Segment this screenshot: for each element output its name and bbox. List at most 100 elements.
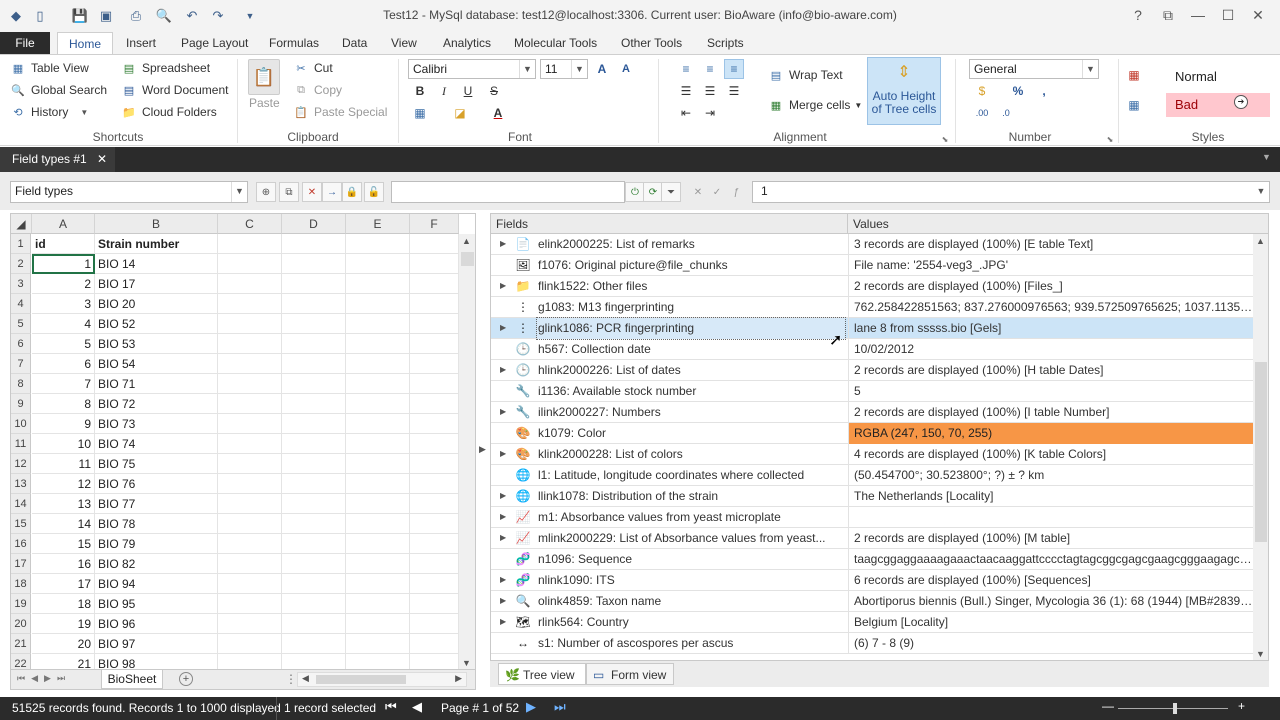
zoom-out-icon[interactable]: — (1102, 699, 1114, 713)
empty-cell[interactable] (410, 334, 459, 354)
cell-id[interactable]: 9 (32, 414, 95, 434)
field-row[interactable]: ▶ 🔧 ilink2000227: Numbers 2 records are dis… (491, 402, 1253, 423)
row-header[interactable]: 16 (11, 534, 31, 554)
column-header-b[interactable]: B (95, 214, 218, 234)
field-name[interactable]: m1: Absorbance values from yeast micropl… (537, 507, 845, 528)
expand-arrow-icon[interactable]: ▶ (500, 281, 508, 291)
empty-cell[interactable] (218, 394, 282, 414)
auto-height-button[interactable]: ⇕ Auto Height of Tree cells (867, 57, 941, 125)
cell-id[interactable]: 15 (32, 534, 95, 554)
empty-cell[interactable] (410, 514, 459, 534)
align-left-icon[interactable]: ☰ (676, 81, 696, 101)
field-row[interactable]: ⋮ g1083: M13 fingerprinting 762.2584228515… (491, 297, 1253, 318)
field-name[interactable]: f1076: Original picture@file_chunks (537, 255, 845, 276)
percent-icon[interactable]: % (1008, 81, 1028, 101)
row-header[interactable]: 5 (11, 314, 31, 334)
cell-b1[interactable]: Strain number (95, 234, 218, 254)
cell-strain-number[interactable]: BIO 95 (95, 594, 218, 614)
empty-cell[interactable] (410, 434, 459, 454)
empty-cell[interactable] (282, 394, 346, 414)
print-preview-icon[interactable]: 🔍 (154, 6, 174, 26)
zoom-in-icon[interactable]: + (1238, 699, 1245, 713)
select-all-corner[interactable]: ◢ (11, 214, 32, 234)
empty-cell[interactable] (218, 414, 282, 434)
field-row[interactable]: ▶ 🌐 llink1078: Distribution of the strain T… (491, 486, 1253, 507)
field-row[interactable]: ▶ 📈 mlink2000229: List of Absorbance value… (491, 528, 1253, 549)
cell-strain-number[interactable]: BIO 52 (95, 314, 218, 334)
font-family-select[interactable]: Calibri ▼ (408, 59, 536, 79)
field-row[interactable]: ▶ 📈 m1: Absorbance values from yeast micro… (491, 507, 1253, 528)
form-view-tab[interactable]: ▭ Form view (586, 663, 674, 685)
expand-arrow-icon[interactable]: ▶ (500, 596, 508, 606)
cell-id[interactable]: 16 (32, 554, 95, 574)
row-header[interactable]: 8 (11, 374, 31, 394)
scroll-thumb[interactable] (1255, 362, 1267, 542)
scroll-thumb[interactable] (461, 252, 474, 266)
fields-column-header[interactable]: Fields (491, 214, 848, 234)
zoom-slider-thumb[interactable] (1173, 703, 1177, 714)
scroll-right-icon[interactable]: ▶ (455, 673, 462, 684)
tab-data[interactable]: Data (340, 32, 369, 54)
row-header[interactable]: 21 (11, 634, 31, 654)
empty-cell[interactable] (282, 414, 346, 434)
save-icon[interactable]: 💾 (70, 6, 90, 26)
empty-cell[interactable] (282, 514, 346, 534)
cell-id[interactable]: 19 (32, 614, 95, 634)
row-header[interactable]: 9 (11, 394, 31, 414)
field-value[interactable]: Abortiporus biennis (Bull.) Singer, Myco… (848, 591, 1253, 612)
comma-icon[interactable]: , (1034, 81, 1054, 101)
ribbon-display-icon[interactable]: ⧉ (1156, 4, 1180, 26)
empty-cell[interactable] (282, 374, 346, 394)
delete-record-icon[interactable]: ✕ (302, 182, 322, 202)
tab-list-icon[interactable]: ▼ (1262, 152, 1271, 162)
empty-cell[interactable] (282, 474, 346, 494)
row-header[interactable]: 19 (11, 594, 31, 614)
field-name[interactable]: llink1078: Distribution of the strain (537, 486, 845, 507)
expand-arrow-icon[interactable]: ▶ (500, 617, 508, 627)
field-row[interactable]: 🖼 f1076: Original picture@file_chunks File… (491, 255, 1253, 276)
empty-cell[interactable] (218, 654, 282, 669)
column-header-c[interactable]: C (218, 214, 282, 234)
field-name[interactable]: i1136: Available stock number (537, 381, 845, 402)
row-header[interactable]: 2 (11, 254, 31, 274)
field-value[interactable]: 5 (848, 381, 1253, 402)
word-document-button[interactable]: ▤ Word Document (121, 80, 229, 100)
empty-cell[interactable] (282, 274, 346, 294)
document-tab-field-types[interactable]: Field types #1 ✕ (0, 147, 115, 172)
empty-cell[interactable] (282, 554, 346, 574)
cell-strain-number[interactable]: BIO 17 (95, 274, 218, 294)
field-name[interactable]: rlink564: Country (537, 612, 845, 633)
sheet-nav-icons[interactable]: ⏮◀▶⏭ (17, 673, 71, 684)
field-value[interactable]: 6 records are displayed (100%) [Sequence… (848, 570, 1253, 591)
field-value[interactable]: 10/02/2012 (848, 339, 1253, 360)
duplicate-record-icon[interactable]: ⧉ (279, 182, 299, 202)
scroll-left-icon[interactable]: ◀ (302, 673, 309, 684)
history-button[interactable]: ⟲ History ▼ (10, 102, 88, 122)
field-types-select[interactable]: Field types ▼ (10, 181, 248, 203)
empty-cell[interactable] (282, 234, 346, 254)
empty-cell[interactable] (410, 534, 459, 554)
cell-strain-number[interactable]: BIO 77 (95, 494, 218, 514)
empty-cell[interactable] (346, 434, 410, 454)
row-header[interactable]: 6 (11, 334, 31, 354)
row-header[interactable]: 17 (11, 554, 31, 574)
tab-home[interactable]: Home (57, 32, 113, 54)
field-name[interactable]: n1096: Sequence (537, 549, 845, 570)
spreadsheet-grid[interactable]: ◢ A B C D E F 1 id Strain number 2 1 BIO 14 3 2… (10, 213, 476, 670)
field-value[interactable]: 4 records are displayed (100%) [K table … (848, 444, 1253, 465)
empty-cell[interactable] (218, 454, 282, 474)
empty-cell[interactable] (218, 574, 282, 594)
empty-cell[interactable] (410, 254, 459, 274)
cell-strain-number[interactable]: BIO 74 (95, 434, 218, 454)
row-header[interactable]: 13 (11, 474, 31, 494)
font-color-button[interactable]: A (488, 103, 508, 123)
empty-cell[interactable] (218, 334, 282, 354)
tree-view-tab[interactable]: 🌿 Tree view (498, 663, 586, 685)
scroll-up-icon[interactable]: ▲ (462, 236, 471, 246)
cell-strain-number[interactable]: BIO 14 (95, 254, 218, 274)
expand-arrow-icon[interactable]: ▶ (500, 449, 508, 459)
empty-cell[interactable] (346, 634, 410, 654)
refresh-icon[interactable]: ⏻ (625, 182, 645, 202)
empty-cell[interactable] (218, 254, 282, 274)
empty-cell[interactable] (282, 654, 346, 669)
